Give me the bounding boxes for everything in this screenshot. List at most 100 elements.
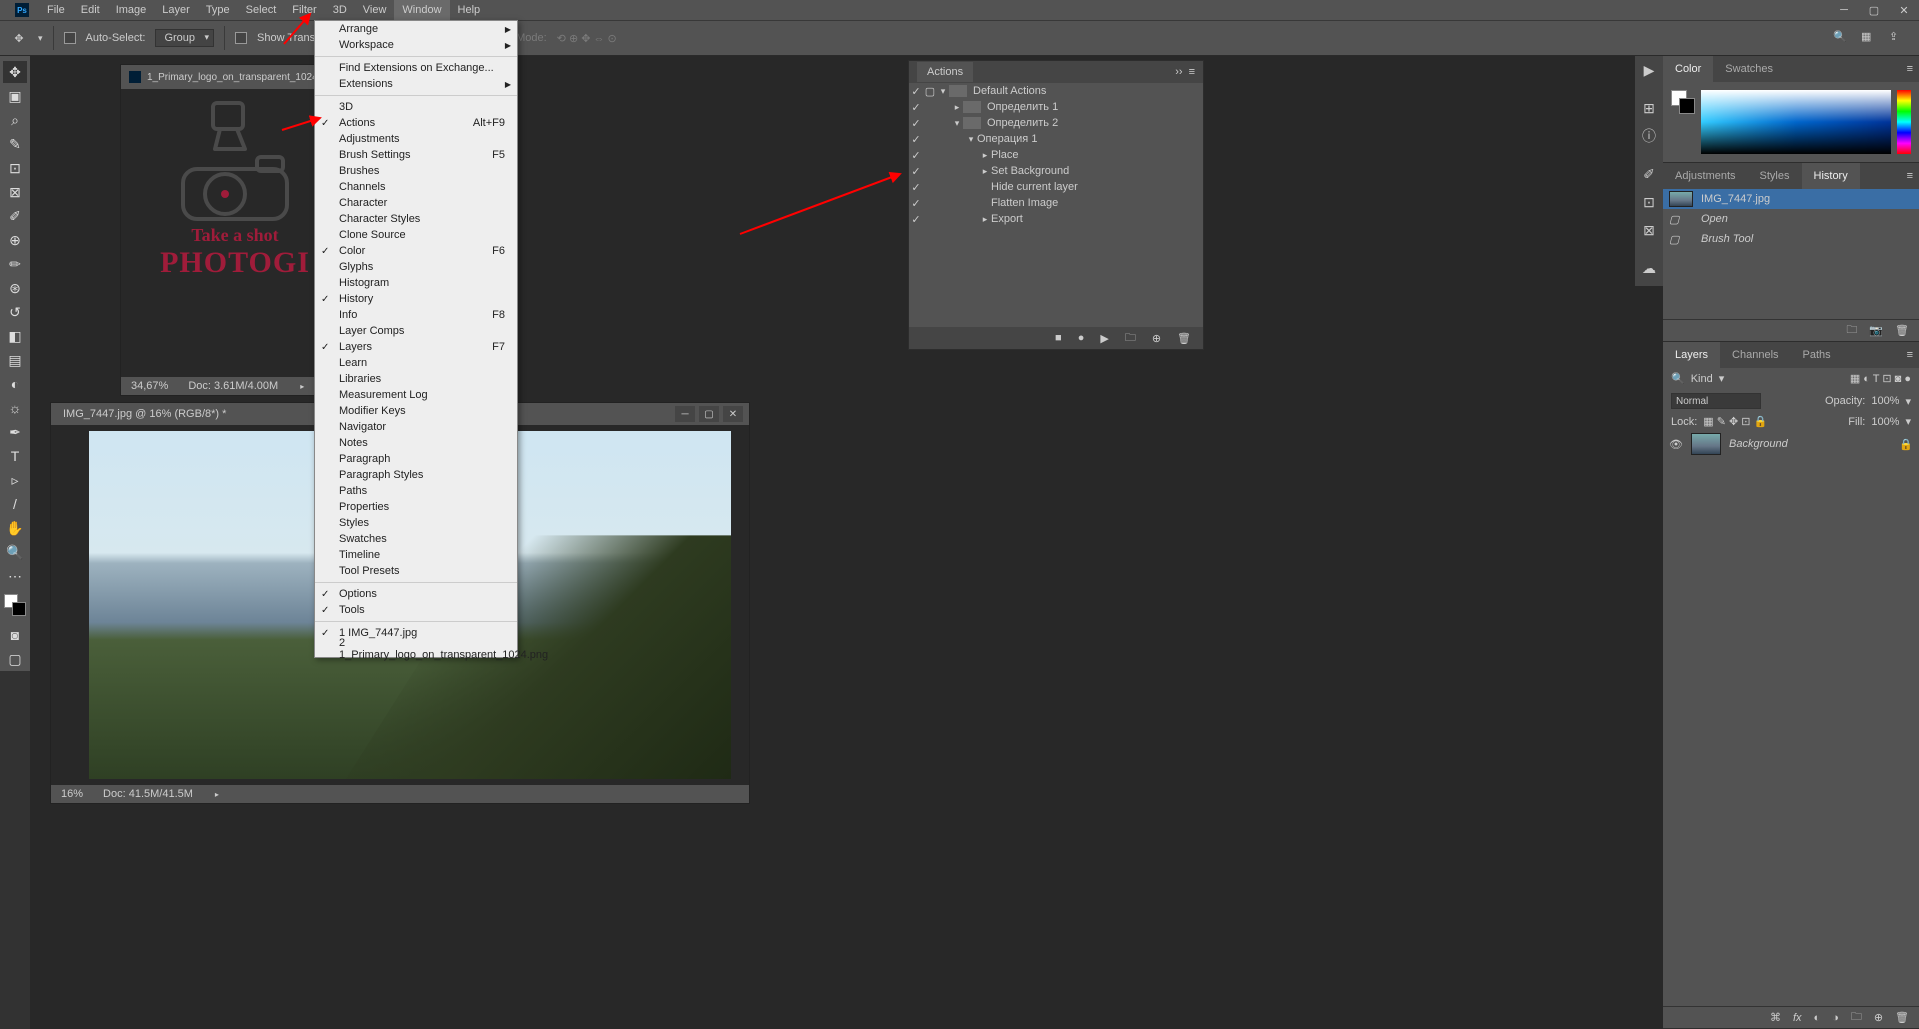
pen-tool[interactable]: ✒ [3, 421, 27, 443]
actions-tab[interactable]: Actions [917, 62, 973, 82]
menu-item[interactable]: Find Extensions on Exchange... [315, 60, 517, 76]
record-icon[interactable]: ● [1078, 332, 1085, 344]
menu-item[interactable]: ✓ColorF6 [315, 243, 517, 259]
menu-type[interactable]: Type [198, 0, 238, 20]
zoom-tool[interactable]: 🔍 [3, 541, 27, 563]
trash-icon[interactable]: 🗑 [1177, 332, 1191, 345]
action-row[interactable]: ✓▸Export [909, 211, 1203, 227]
path-select-tool[interactable]: ▹ [3, 469, 27, 491]
show-transform-checkbox[interactable] [235, 32, 247, 44]
action-row[interactable]: ✓▾Определить 2 [909, 115, 1203, 131]
stamp-tool[interactable]: ⊛ [3, 277, 27, 299]
menu-item[interactable]: Modifier Keys [315, 403, 517, 419]
menu-item[interactable]: Adjustments [315, 131, 517, 147]
color-tab[interactable]: Color [1663, 56, 1713, 82]
color-swatch[interactable] [4, 594, 26, 616]
gradient-tool[interactable]: ▤ [3, 349, 27, 371]
menu-item[interactable]: Tool Presets [315, 563, 517, 579]
menu-item[interactable]: ✓Options [315, 586, 517, 602]
styles-tab[interactable]: Styles [1748, 163, 1802, 189]
menu-item[interactable]: 3D [315, 99, 517, 115]
type-tool[interactable]: T [3, 445, 27, 467]
history-row[interactable]: ▢Open [1663, 209, 1919, 229]
quick-mask[interactable]: ◙ [3, 624, 27, 646]
menu-window[interactable]: Window [394, 0, 449, 20]
menu-item[interactable]: Paths [315, 483, 517, 499]
action-row[interactable]: ✓▸Set Background [909, 163, 1203, 179]
menu-item[interactable]: ✓LayersF7 [315, 339, 517, 355]
snapshot-icon[interactable]: 🗀 [1846, 321, 1857, 340]
blend-mode-select[interactable] [1671, 393, 1761, 409]
swatches-tab[interactable]: Swatches [1713, 56, 1785, 82]
new-layer-icon[interactable]: ⊕ [1874, 1011, 1883, 1024]
menu-item[interactable]: Learn [315, 355, 517, 371]
zoom-level[interactable]: 16% [61, 788, 83, 800]
panel-menu-icon[interactable]: ≡ [1189, 66, 1195, 78]
camera-icon[interactable]: 📷 [1869, 324, 1883, 337]
visibility-icon[interactable]: 👁 [1669, 438, 1683, 451]
layer-row[interactable]: 👁 Background 🔒 [1663, 430, 1919, 458]
channels-tab[interactable]: Channels [1720, 342, 1790, 368]
panel-menu-icon[interactable]: ≡ [1901, 342, 1919, 368]
auto-select-checkbox[interactable] [64, 32, 76, 44]
menu-item[interactable]: ✓ActionsAlt+F9 [315, 115, 517, 131]
menu-help[interactable]: Help [450, 0, 489, 20]
info-icon[interactable]: ⓘ [1635, 122, 1663, 150]
document-tab-1[interactable]: 1_Primary_logo_on_transparent_1024.png [121, 65, 345, 89]
blur-tool[interactable]: ◐ [3, 373, 27, 395]
properties-icon[interactable]: ⊡ [1635, 188, 1663, 216]
menu-item[interactable]: Libraries [315, 371, 517, 387]
menu-item[interactable]: Brush SettingsF5 [315, 147, 517, 163]
menu-item[interactable]: Navigator [315, 419, 517, 435]
menu-item[interactable]: Properties [315, 499, 517, 515]
histogram-icon[interactable]: ⊞ [1635, 94, 1663, 122]
auto-select-dropdown[interactable]: Group [155, 29, 214, 47]
maximize-button[interactable]: ▢ [1859, 0, 1889, 20]
brush-tool[interactable]: ✏ [3, 253, 27, 275]
menu-view[interactable]: View [355, 0, 395, 20]
stop-icon[interactable]: ■ [1055, 332, 1062, 344]
healing-tool[interactable]: ⊕ [3, 229, 27, 251]
menu-item[interactable]: Measurement Log [315, 387, 517, 403]
layers-tab[interactable]: Layers [1663, 342, 1720, 368]
dodge-tool[interactable]: ☼ [3, 397, 27, 419]
menu-item[interactable]: Arrange▶ [315, 21, 517, 37]
crop-tool[interactable]: ⊡ [3, 157, 27, 179]
brush-icon[interactable]: ✐ [1635, 160, 1663, 188]
lasso-tool[interactable]: ⌕ [3, 109, 27, 131]
play-icon[interactable]: ▶ [1100, 332, 1108, 345]
menu-item[interactable]: Character [315, 195, 517, 211]
frame-tool[interactable]: ⊠ [3, 181, 27, 203]
adjustment-icon[interactable]: ◑ [1832, 1012, 1839, 1024]
menu-item[interactable]: Styles [315, 515, 517, 531]
trash-icon[interactable]: 🗑 [1895, 324, 1909, 337]
history-tab[interactable]: History [1802, 163, 1860, 189]
history-brush-tool[interactable]: ↺ [3, 301, 27, 323]
new-set-icon[interactable]: 🗀 [1125, 329, 1136, 348]
menu-filter[interactable]: Filter [284, 0, 324, 20]
menu-3d[interactable]: 3D [325, 0, 355, 20]
menu-image[interactable]: Image [108, 0, 155, 20]
doc-maximize[interactable]: ▢ [699, 406, 719, 422]
doc-minimize[interactable]: ─ [675, 406, 695, 422]
menu-item[interactable]: Histogram [315, 275, 517, 291]
new-action-icon[interactable]: ⊕ [1152, 332, 1161, 345]
trash-icon[interactable]: 🗑 [1895, 1011, 1909, 1024]
workspace-icon[interactable]: ▦ [1861, 30, 1877, 46]
menu-item[interactable]: Layer Comps [315, 323, 517, 339]
marquee-tool[interactable]: ▣ [3, 85, 27, 107]
menu-select[interactable]: Select [238, 0, 285, 20]
more-tools[interactable]: ⋯ [3, 565, 27, 587]
action-row[interactable]: ✓▸Определить 1 [909, 99, 1203, 115]
menu-item[interactable]: Swatches [315, 531, 517, 547]
menu-item[interactable]: Paragraph [315, 451, 517, 467]
screen-mode[interactable]: ▢ [3, 648, 27, 670]
current-colors[interactable] [1671, 90, 1695, 114]
menu-item[interactable]: Brushes [315, 163, 517, 179]
panel-menu-icon[interactable]: ≡ [1901, 163, 1919, 189]
menu-file[interactable]: File [39, 0, 73, 20]
move-tool[interactable]: ✥ [3, 61, 27, 83]
menu-layer[interactable]: Layer [154, 0, 198, 20]
menu-item[interactable]: 2 1_Primary_logo_on_transparent_1024.png [315, 641, 517, 657]
action-row[interactable]: ✓▾Операция 1 [909, 131, 1203, 147]
